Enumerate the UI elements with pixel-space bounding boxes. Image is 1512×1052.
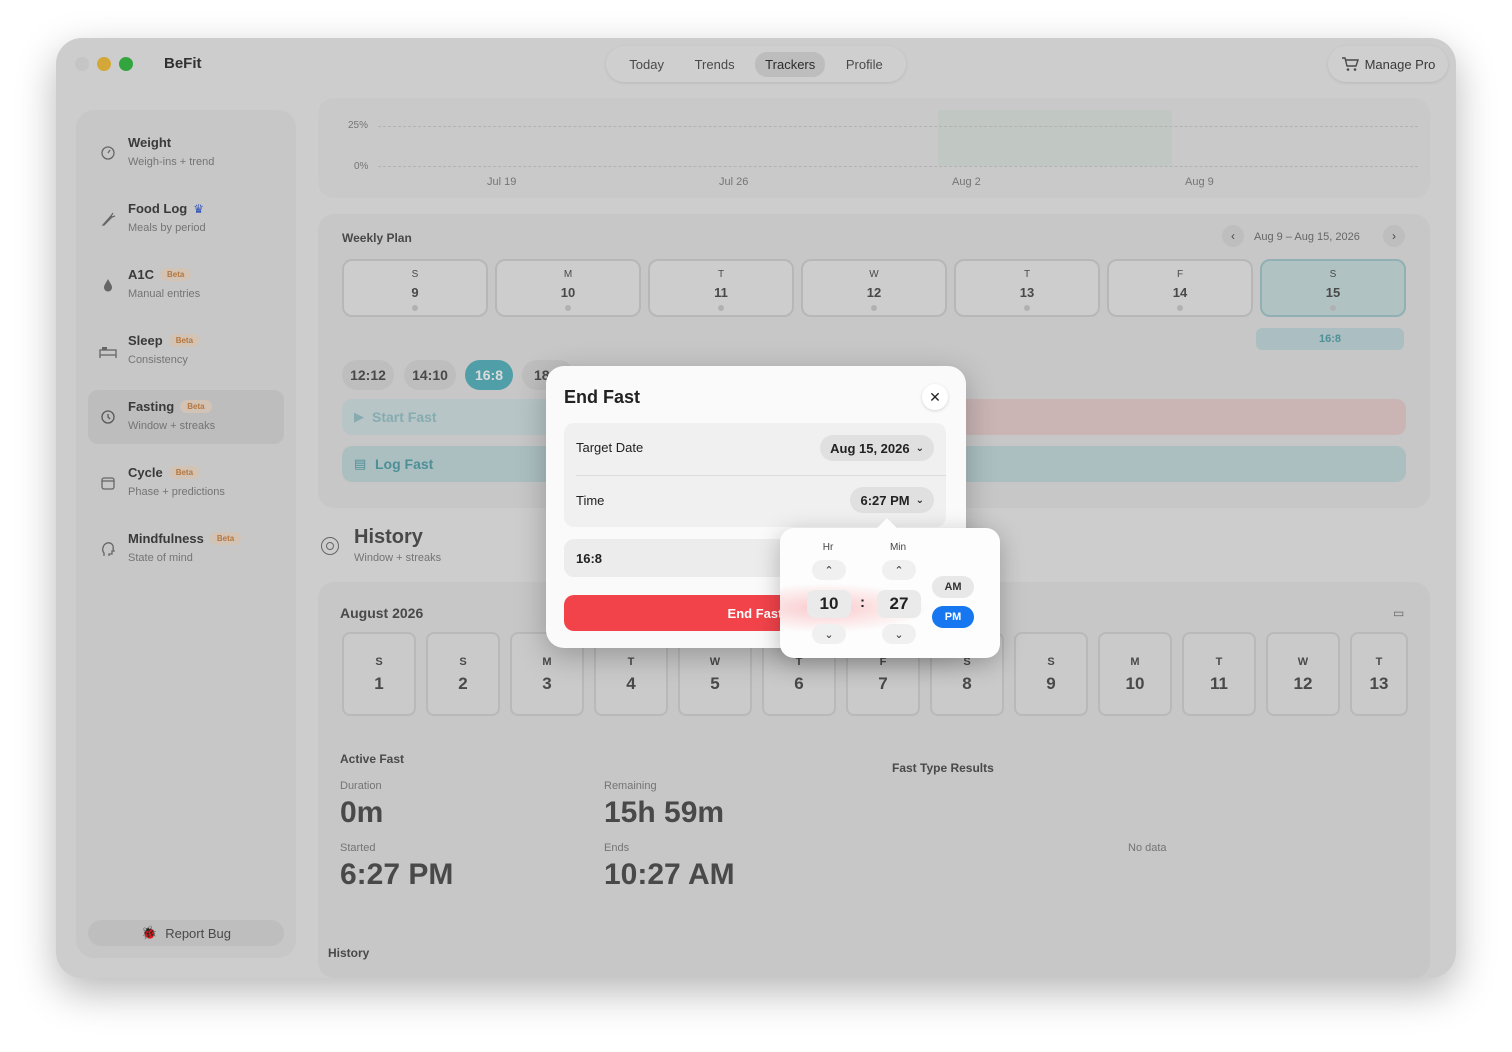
chevron-down-icon: ⌄	[824, 628, 834, 641]
am-toggle[interactable]: AM	[932, 576, 974, 598]
close-icon: ✕	[929, 388, 941, 405]
hour-value[interactable]: 10	[807, 590, 851, 618]
time-separator: :	[860, 594, 865, 611]
form-group: Target Date Aug 15, 2026 ⌄ Time 6:27 PM …	[564, 423, 946, 527]
target-date-label: Target Date	[576, 440, 644, 455]
time-picker-button[interactable]: 6:27 PM ⌄	[850, 487, 934, 513]
hour-label: Hr	[822, 542, 834, 553]
target-date-value: Aug 15, 2026	[830, 440, 910, 456]
app-window: BeFit Today Trends Trackers Profile Mana…	[56, 38, 1456, 978]
minute-down-button[interactable]: ⌄	[882, 624, 916, 644]
chevron-down-icon: ⌄	[915, 494, 924, 506]
hour-up-button[interactable]: ⌃	[812, 560, 846, 580]
minute-up-button[interactable]: ⌃	[882, 560, 916, 580]
minute-value[interactable]: 27	[877, 590, 921, 618]
chevron-up-icon: ⌃	[894, 564, 904, 577]
row-divider	[576, 475, 946, 476]
hour-down-button[interactable]: ⌄	[812, 624, 846, 644]
dialog-title: End Fast	[564, 387, 641, 407]
chevron-down-icon: ⌄	[894, 628, 904, 641]
chevron-down-icon: ⌄	[915, 442, 924, 454]
time-picker-popover: Hr Min ⌃ ⌃ 10 : 27 ⌄ ⌄ AM PM	[780, 518, 1000, 658]
time-label: Time	[576, 493, 605, 508]
time-value: 6:27 PM	[860, 492, 910, 508]
pm-toggle[interactable]: PM	[932, 606, 974, 628]
close-dialog-button[interactable]: ✕	[922, 384, 948, 410]
chevron-up-icon: ⌃	[824, 564, 834, 577]
minute-label: Min	[889, 542, 907, 553]
target-date-picker[interactable]: Aug 15, 2026 ⌄	[820, 435, 934, 461]
